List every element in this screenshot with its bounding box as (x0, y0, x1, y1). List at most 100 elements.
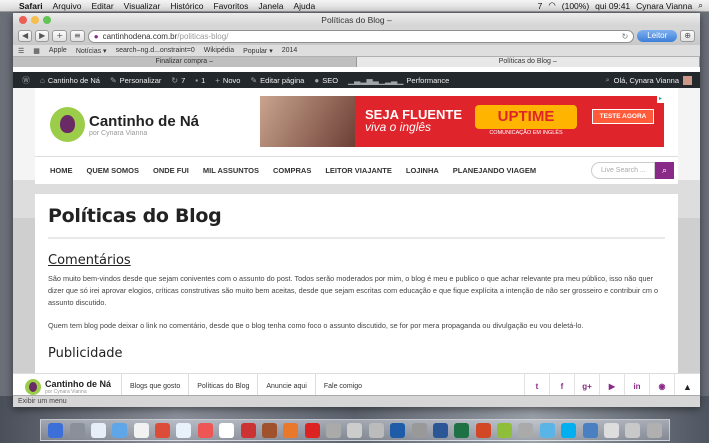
bookmark-wikipedia[interactable]: Wikipédia (204, 47, 234, 54)
powerpoint-icon[interactable] (475, 422, 491, 438)
bookmark-apple[interactable]: Apple (49, 47, 67, 54)
bookmarks-grid-icon[interactable]: ▦ (33, 47, 40, 55)
wp-updates-item[interactable]: ↻ 7 (166, 76, 190, 85)
app-icon-2[interactable] (326, 422, 342, 438)
app-icon-10[interactable] (603, 422, 619, 438)
avatar[interactable] (683, 75, 692, 85)
tab-politicas-do-blog[interactable]: Políticas do Blog – (356, 57, 700, 67)
chrome-icon[interactable] (155, 422, 171, 438)
nav-compras[interactable]: COMPRAS (266, 166, 318, 175)
wp-performance-item[interactable]: ▁▃▂▅▃▁▂▃▁ Performance (343, 76, 454, 85)
tab-finalizar-compra[interactable]: Finalizar compra – (13, 57, 357, 67)
footer-link-blogs[interactable]: Blogs que gosto (121, 373, 188, 395)
word-icon[interactable] (432, 422, 448, 438)
wp-comments-item[interactable]: ▪ 1 (190, 76, 210, 85)
menu-ajuda[interactable]: Ajuda (288, 1, 320, 11)
nav-leitor-viajante[interactable]: LEITOR VIAJANTE (318, 166, 399, 175)
footer-link-politicas[interactable]: Políticas do Blog (188, 373, 257, 395)
illustrator-icon[interactable] (283, 422, 299, 438)
site-logo[interactable]: Cantinho de Ná por Cynara Vianna (50, 107, 199, 142)
wp-site-item[interactable]: ⌂ Cantinho de Ná (35, 76, 105, 85)
menu-janela[interactable]: Janela (253, 1, 288, 11)
app-icon-7[interactable] (518, 422, 534, 438)
wp-new-item[interactable]: + Novo (210, 76, 245, 85)
linkedin-icon[interactable]: in (624, 373, 649, 395)
wp-search-icon[interactable]: ⌕ (605, 75, 609, 85)
rss-icon[interactable]: ◉ (649, 373, 674, 395)
layers-icon[interactable]: ≡ (70, 30, 85, 42)
chevron-up-icon[interactable]: ▲ (674, 373, 700, 395)
user-menu[interactable]: Cynara Vianna (636, 1, 692, 11)
app-icon-8[interactable] (539, 422, 555, 438)
app-icon-1[interactable] (261, 422, 277, 438)
wp-greeting[interactable]: Olá, Cynara Vianna (614, 76, 679, 85)
reload-icon[interactable]: ↻ (622, 32, 629, 41)
mail-icon[interactable] (90, 422, 106, 438)
menu-editar[interactable]: Editar (86, 1, 118, 11)
spotlight-icon[interactable]: ⌕ (698, 0, 703, 11)
wp-edit-page-item[interactable]: ✎ Editar página (245, 76, 309, 85)
skype-icon[interactable] (561, 422, 577, 438)
footer-link-fale-comigo[interactable]: Fale comigo (314, 373, 370, 395)
contacts-icon[interactable] (133, 422, 149, 438)
ad-cta-button[interactable]: TESTE AGORA (592, 109, 654, 124)
nav-mil-assuntos[interactable]: MIL ASSUNTOS (196, 166, 266, 175)
launchpad-icon[interactable] (69, 422, 85, 438)
wp-logo-item[interactable]: Ⓦ (17, 75, 35, 86)
safari-icon[interactable] (112, 422, 128, 438)
battery-status[interactable]: (100%) (562, 1, 589, 11)
nav-quem-somos[interactable]: QUEM SOMOS (80, 166, 147, 175)
menu-visualizar[interactable]: Visualizar (119, 1, 166, 11)
googleplus-icon[interactable]: g+ (574, 373, 599, 395)
youtube-icon[interactable]: ▶ (599, 373, 624, 395)
reading-list-icon[interactable]: ☰ (18, 47, 24, 55)
ad-choices-icon[interactable]: ▸ (657, 96, 664, 103)
app-icon-6[interactable] (497, 422, 513, 438)
search-input[interactable]: Live Search ... (591, 162, 655, 179)
back-button[interactable]: ◀ (18, 30, 33, 42)
address-bar[interactable]: ● cantinhodena.com.br/politicas-blog/ ↻ (87, 29, 635, 43)
bookmark-popular[interactable]: Popular ▾ (243, 47, 273, 55)
footer-logo[interactable]: Cantinho de Ná por Cynara Vianna (25, 378, 121, 395)
finder-icon[interactable] (48, 422, 64, 438)
photoshop-icon[interactable] (390, 422, 406, 438)
bookmark-2014[interactable]: 2014 (282, 47, 298, 54)
nav-lojinha[interactable]: LOJINHA (399, 166, 446, 175)
status-count[interactable]: 7 (538, 1, 543, 11)
menu-historico[interactable]: Histórico (165, 1, 208, 11)
app-icon-5[interactable] (411, 422, 427, 438)
wp-customize-item[interactable]: ✎ Personalizar (105, 76, 166, 85)
trash-icon[interactable] (646, 422, 662, 438)
itunes-icon[interactable] (240, 422, 256, 438)
ad-banner[interactable]: SEJA FLUENTE viva o inglês UPTIME COMUNI… (260, 96, 664, 147)
menu-favoritos[interactable]: Favoritos (208, 1, 253, 11)
menu-arquivo[interactable]: Arquivo (48, 1, 87, 11)
reader-button[interactable]: Leitor (637, 30, 678, 42)
app-icon-3[interactable] (347, 422, 363, 438)
nav-onde-fui[interactable]: ONDE FUI (146, 166, 196, 175)
facebook-icon[interactable]: f (549, 373, 574, 395)
messages-icon[interactable] (176, 422, 192, 438)
footer-site-tagline: por Cynara Vianna (45, 388, 87, 395)
app-icon-4[interactable] (368, 422, 384, 438)
clock[interactable]: qui 09:41 (595, 1, 630, 11)
downloads-icon[interactable] (625, 422, 641, 438)
bookmark-search[interactable]: search–ng.d...onstraint=0 (116, 47, 195, 54)
nav-home[interactable]: HOME (43, 166, 80, 175)
photobooth-icon[interactable] (197, 422, 213, 438)
bookmark-noticias[interactable]: Notícias ▾ (76, 47, 107, 55)
wifi-icon[interactable]: ◠ (548, 0, 555, 11)
nav-planejando-viagem[interactable]: PLANEJANDO VIAGEM (446, 166, 543, 175)
search-icon[interactable]: ⌕ (655, 162, 674, 179)
twitter-icon[interactable]: t (524, 373, 549, 395)
app-icon-9[interactable] (582, 422, 598, 438)
excel-icon[interactable] (454, 422, 470, 438)
footer-link-anuncie[interactable]: Anuncie aqui (257, 373, 314, 395)
forward-button[interactable]: ▶ (35, 30, 50, 42)
download-icon[interactable]: ⊕ (680, 30, 695, 42)
wp-seo-item[interactable]: ● SEO (309, 76, 343, 85)
new-tab-button[interactable]: + (52, 30, 68, 42)
calendar-icon[interactable] (219, 422, 235, 438)
menu-app-name[interactable]: Safari (14, 1, 48, 11)
acrobat-icon[interactable] (304, 422, 320, 438)
